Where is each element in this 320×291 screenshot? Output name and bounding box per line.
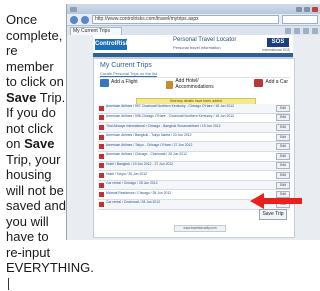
edit-button[interactable]: Edit [276, 114, 290, 122]
save-trip-button[interactable]: Save Trip [259, 209, 287, 220]
address-bar: http://www.controlrisks.com/travel/mytri… [67, 14, 320, 26]
toolbar-icons [285, 27, 318, 34]
table-row[interactable]: Hotel / Tokyo / 20 Jun 2012 Edit [98, 171, 290, 181]
table-row[interactable]: Thai Airways International / Chicago - B… [98, 123, 290, 133]
table-row[interactable]: American Airlines / Chicago - Cincinnati… [98, 152, 290, 162]
table-row[interactable]: American Airlines / Tokyo - Chicago O'Ha… [98, 142, 290, 152]
table-row[interactable]: Hotel / Bangkok / 19 Jun 2012 - 27 Jun 2… [98, 161, 290, 172]
panel-subtitle-link[interactable]: Create Personal Trips on the list [100, 71, 157, 76]
flag-icon [99, 115, 104, 121]
add-car-label: Add a Car [265, 79, 288, 86]
site-subtitle: Personal travel information [173, 45, 221, 50]
print-icon[interactable] [303, 27, 309, 34]
flag-icon [99, 201, 104, 207]
site-header: ControlRisks Personal Travel Locator Per… [93, 35, 293, 58]
close-icon[interactable] [312, 6, 318, 12]
caption-save-word-2: Save [24, 136, 55, 151]
flag-icon [99, 144, 104, 150]
trip-row-text[interactable]: American Airlines / Tokyo - Chicago O'Ha… [106, 143, 273, 151]
table-row[interactable]: American Airlines / Bangkok - Tokyo Nari… [98, 133, 290, 143]
edit-button[interactable]: Edit [276, 133, 290, 141]
edit-button[interactable]: Edit [276, 152, 290, 160]
edit-button[interactable]: Edit [276, 181, 290, 189]
trip-row-text[interactable]: American Airlines / Chicago - Cincinnati… [106, 152, 273, 160]
table-row[interactable]: American Airlines / 997 Cincinnati North… [98, 104, 290, 114]
trip-row-text[interactable]: Marriott Residence / Chicago / 28 Jun 20… [106, 190, 273, 198]
flag-icon [99, 192, 104, 198]
add-car-button[interactable]: Add a Car [254, 79, 288, 87]
car-icon [254, 79, 264, 87]
edit-button[interactable]: Edit [276, 104, 290, 112]
trip-row-text[interactable]: Thai Airways International / Chicago - B… [106, 123, 273, 131]
edit-button[interactable]: Edit [276, 162, 290, 170]
footer-bar: www.travelsecurity.com [174, 225, 226, 232]
trip-row-text[interactable]: American Airlines / 997 Cincinnati North… [106, 104, 273, 112]
trip-row-text[interactable]: Car rental / Cincinnati / 28 Jun 2012 [106, 200, 273, 208]
maximize-icon[interactable] [304, 6, 310, 12]
feed-icon[interactable] [294, 27, 300, 34]
control-risks-logo[interactable]: ControlRisks [95, 39, 132, 50]
web-page: ControlRisks Personal Travel Locator Per… [67, 35, 320, 240]
site-title: Personal Travel Locator [173, 37, 237, 43]
trip-actions: Add a Flight Add Hotel/ Accommodations A… [100, 78, 288, 99]
add-hotel-label: Add Hotel/ Accommodations [175, 78, 214, 90]
flag-icon [99, 172, 104, 178]
add-hotel-button[interactable]: Add Hotel/ Accommodations [166, 78, 226, 90]
sos-logo[interactable]: SOS [267, 38, 289, 47]
page-title: My Current Trips [100, 62, 152, 69]
caption-save-word: Save [6, 89, 37, 105]
edit-button[interactable]: Edit [276, 123, 290, 131]
tab-current[interactable]: My Current Trips [70, 27, 122, 35]
site-nav-bar [93, 53, 293, 57]
browser-search-input[interactable] [282, 15, 318, 24]
back-button[interactable] [70, 15, 78, 24]
text-cursor [8, 278, 9, 291]
instruction-caption: Once complete, re member to click on Sav… [6, 12, 94, 291]
trip-row-text[interactable]: Hotel / Tokyo / 20 Jun 2012 [106, 171, 273, 179]
flag-icon [99, 182, 104, 188]
trip-row-text[interactable]: American Airlines / Bangkok - Tokyo Nari… [106, 133, 273, 141]
home-icon[interactable] [285, 27, 291, 34]
red-arrow-icon [250, 193, 302, 209]
table-row[interactable]: American Airlines / 998 Chicago O'Hare -… [98, 114, 290, 124]
sos-logo-caption: International SOS [262, 48, 290, 52]
edit-button[interactable]: Edit [276, 143, 290, 151]
current-trips-panel: My Current Trips Create Personal Trips o… [93, 58, 295, 238]
tools-icon[interactable] [312, 27, 318, 34]
forward-button[interactable] [81, 15, 89, 24]
flag-icon [99, 105, 104, 111]
plane-icon [100, 79, 109, 87]
trip-row-text[interactable]: Hotel / Bangkok / 19 Jun 2012 - 27 Jun 2… [106, 162, 273, 170]
minimize-icon[interactable] [296, 6, 302, 12]
add-flight-button[interactable]: Add a Flight [100, 79, 138, 87]
window-controls [296, 6, 318, 12]
caption-text-1: Once complete, re member to click on [6, 12, 64, 89]
flag-icon [99, 124, 104, 130]
browser-titlebar [67, 4, 320, 14]
edit-button[interactable]: Edit [276, 171, 290, 179]
flag-icon [99, 153, 104, 159]
url-field[interactable]: http://www.controlrisks.com/travel/mytri… [92, 15, 279, 24]
flag-icon [99, 134, 104, 140]
trip-row-text[interactable]: Car rental / Chicago / 28 Jun 2012 [106, 181, 273, 189]
flag-icon [99, 163, 104, 169]
red-arrow-shape [250, 193, 302, 209]
table-row[interactable]: Car rental / Chicago / 28 Jun 2012 Edit [98, 180, 290, 191]
add-flight-label: Add a Flight [111, 79, 138, 86]
hotel-icon [166, 80, 174, 89]
trip-row-text[interactable]: American Airlines / 998 Chicago O'Hare -… [106, 114, 273, 122]
browser-app-icon [70, 6, 77, 12]
